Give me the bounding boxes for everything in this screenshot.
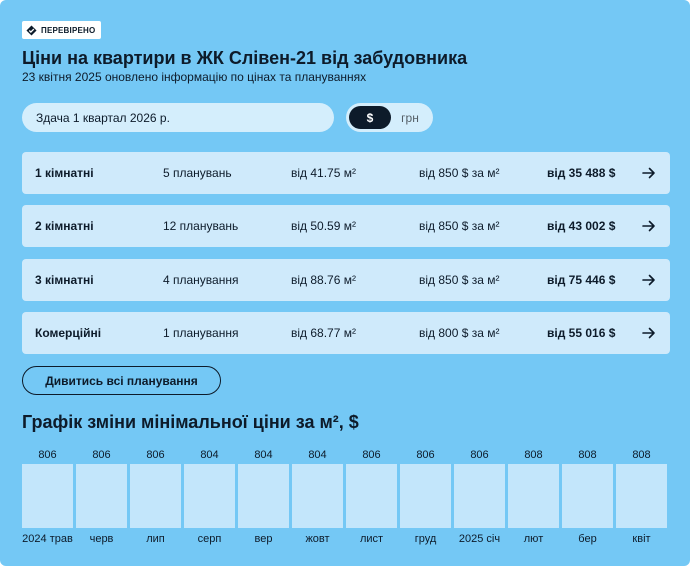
verified-badge: ПЕРЕВІРЕНО [22, 21, 102, 39]
page-title: Ціни на квартири в ЖК Слівен-21 від забу… [22, 48, 468, 68]
row-plans-count: 5 планувань [163, 166, 232, 180]
bar-value-label: 806 [92, 449, 110, 461]
price-panel: ПЕРЕВІРЕНО Ціни на квартири в ЖК Слівен-… [0, 0, 690, 566]
row-type: 3 кімнатні [35, 273, 94, 287]
bar-value-label: 806 [362, 449, 380, 461]
row-min-area: від 41.75 м² [291, 166, 356, 180]
chart-bar[interactable] [562, 464, 613, 528]
verified-diamond-icon [26, 24, 37, 36]
chart-bar[interactable] [508, 464, 559, 528]
apartment-row-commercial[interactable]: Комерційні 1 планування від 68.77 м² від… [22, 312, 670, 354]
apartment-row-1-room[interactable]: 1 кімнатні 5 планувань від 41.75 м² від … [22, 152, 670, 194]
apartment-row-3-room[interactable]: 3 кімнатні 4 планування від 88.76 м² від… [22, 259, 670, 301]
chart-bar[interactable] [454, 464, 505, 528]
bar-category-label: вер [255, 533, 273, 545]
delivery-select[interactable]: Здача 1 квартал 2026 р. [22, 103, 334, 132]
row-min-area: від 50.59 м² [291, 219, 356, 233]
row-min-area: від 88.76 м² [291, 273, 356, 287]
row-min-price: від 75 446 $ [547, 273, 616, 287]
arrow-right-icon[interactable] [642, 166, 656, 180]
apartment-row-2-room[interactable]: 2 кімнатні 12 планувань від 50.59 м² від… [22, 205, 670, 247]
bar-value-label: 804 [308, 449, 326, 461]
row-price-per-m2: від 850 $ за м² [419, 273, 500, 287]
bar-category-label: 2024 трав [22, 533, 73, 545]
bar-value-label: 804 [254, 449, 272, 461]
bar-category-label: квіт [632, 533, 650, 545]
arrow-right-icon[interactable] [642, 326, 656, 340]
bar-category-label: лист [360, 533, 383, 545]
bar-value-label: 808 [524, 449, 542, 461]
chart-bar[interactable] [184, 464, 235, 528]
chart-bar[interactable] [22, 464, 73, 528]
bar-category-label: бер [578, 533, 596, 545]
chart-bar[interactable] [346, 464, 397, 528]
bar-category-label: лип [146, 533, 165, 545]
chart-bar[interactable] [616, 464, 667, 528]
bar-category-label: лют [524, 533, 543, 545]
chart-bar[interactable] [400, 464, 451, 528]
row-type: 1 кімнатні [35, 166, 94, 180]
delivery-select-label: Здача 1 квартал 2026 р. [36, 110, 170, 125]
bar-category-label: жовт [305, 533, 329, 545]
row-min-price: від 55 016 $ [547, 326, 616, 340]
bar-category-label: черв [90, 533, 114, 545]
verified-badge-label: ПЕРЕВІРЕНО [41, 25, 96, 35]
bar-value-label: 808 [632, 449, 650, 461]
bar-category-label: груд [415, 533, 437, 545]
page-subtitle: 23 квітня 2025 оновлено інформацію по ці… [22, 70, 367, 84]
row-plans-count: 12 планувань [163, 219, 239, 233]
chart-bar[interactable] [130, 464, 181, 528]
row-min-price: від 43 002 $ [547, 219, 616, 233]
row-type: Комерційні [35, 326, 102, 340]
bar-value-label: 806 [38, 449, 56, 461]
row-min-area: від 68.77 м² [291, 326, 356, 340]
row-plans-count: 4 планування [163, 273, 239, 287]
row-type: 2 кімнатні [35, 219, 94, 233]
currency-toggle: $ грн [346, 103, 433, 132]
bar-value-label: 806 [416, 449, 434, 461]
bar-category-label: 2025 січ [459, 533, 500, 545]
bar-value-label: 808 [578, 449, 596, 461]
currency-uah-option[interactable]: грн [389, 106, 431, 129]
bar-category-label: серп [198, 533, 222, 545]
chart-bar[interactable] [76, 464, 127, 528]
row-price-per-m2: від 850 $ за м² [419, 219, 500, 233]
row-price-per-m2: від 850 $ за м² [419, 166, 500, 180]
price-history-chart: 806 2024 трав 806 черв 806 лип 804 серп 804 вер 80… [22, 449, 667, 545]
chart-bar[interactable] [238, 464, 289, 528]
row-plans-count: 1 планування [163, 326, 239, 340]
arrow-right-icon[interactable] [642, 219, 656, 233]
bar-value-label: 806 [146, 449, 164, 461]
bar-value-label: 804 [200, 449, 218, 461]
chart-title: Графік зміни мінімальної ціни за м², $ [22, 412, 359, 432]
chart-bar[interactable] [292, 464, 343, 528]
row-min-price: від 35 488 $ [547, 166, 616, 180]
currency-usd-option[interactable]: $ [349, 106, 391, 129]
view-all-plans-button[interactable]: Дивитись всі планування [22, 366, 221, 395]
row-price-per-m2: від 800 $ за м² [419, 326, 500, 340]
arrow-right-icon[interactable] [642, 273, 656, 287]
bar-value-label: 806 [470, 449, 488, 461]
